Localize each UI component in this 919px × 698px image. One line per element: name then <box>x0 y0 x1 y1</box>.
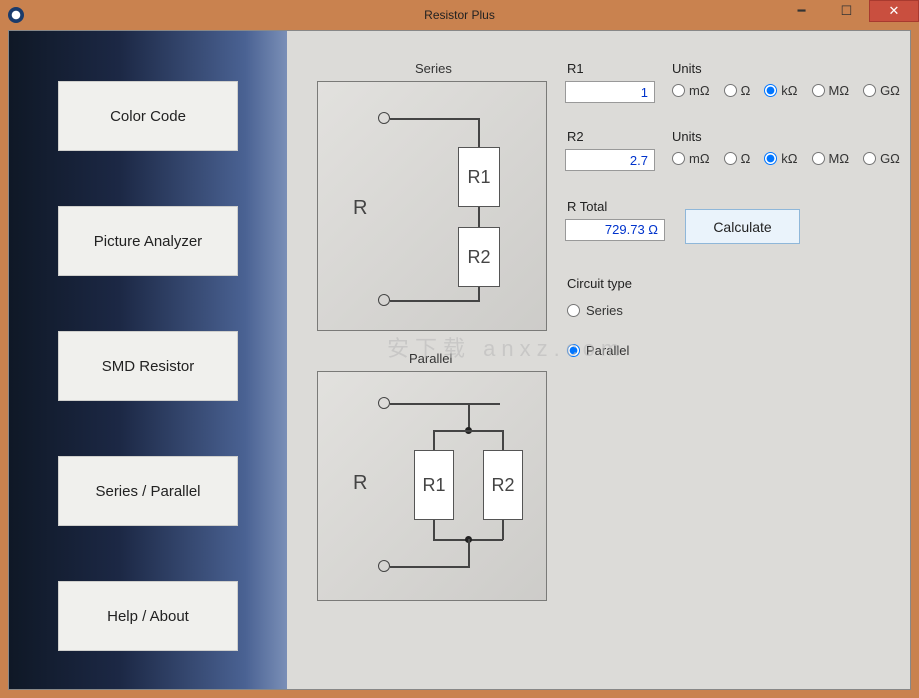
wire <box>433 520 435 540</box>
wire <box>433 430 503 432</box>
nav-label: Series / Parallel <box>95 483 200 500</box>
r2-unit-ohm[interactable]: Ω <box>724 151 751 166</box>
parallel-r1-label: R1 <box>422 475 445 496</box>
terminal-icon <box>378 294 390 306</box>
r1-unit-mohm[interactable]: mΩ <box>672 83 710 98</box>
maximize-button[interactable]: ☐ <box>824 0 869 22</box>
nav-series-parallel[interactable]: Series / Parallel <box>58 456 238 526</box>
titlebar: Resistor Plus ━ ☐ ✕ <box>0 0 919 30</box>
wire <box>390 403 500 405</box>
circuit-type-series[interactable]: Series <box>567 303 632 318</box>
wire <box>468 539 470 567</box>
parallel-diagram: R R1 R2 <box>317 371 547 601</box>
client-area: Color Code Picture Analyzer SMD Resistor… <box>8 30 911 690</box>
nav-label: Picture Analyzer <box>94 233 202 250</box>
r1-unit-gohm[interactable]: GΩ <box>863 83 900 98</box>
series-title: Series <box>415 61 452 76</box>
r2-input[interactable] <box>565 149 655 171</box>
r1-input[interactable] <box>565 81 655 103</box>
terminal-icon <box>378 112 390 124</box>
circuit-type-parallel[interactable]: Parallel <box>567 343 632 358</box>
app-icon <box>8 7 24 23</box>
parallel-title: Parallel <box>409 351 452 366</box>
series-r1-label: R1 <box>467 167 490 188</box>
wire <box>502 520 504 540</box>
series-r2-box: R2 <box>458 227 500 287</box>
r2-label: R2 <box>567 129 584 144</box>
series-r1-box: R1 <box>458 147 500 207</box>
window-controls: ━ ☐ ✕ <box>779 0 919 22</box>
r1-unit-ohm[interactable]: Ω <box>724 83 751 98</box>
window-title: Resistor Plus <box>424 8 495 22</box>
wire <box>502 430 504 450</box>
nav-smd-resistor[interactable]: SMD Resistor <box>58 331 238 401</box>
minimize-button[interactable]: ━ <box>779 0 824 22</box>
r1-units-row: mΩ Ω kΩ MΩ GΩ <box>672 83 900 98</box>
nav-color-code[interactable]: Color Code <box>58 81 238 151</box>
r2-unit-mohm[interactable]: mΩ <box>672 151 710 166</box>
r2-units-row: mΩ Ω kΩ MΩ GΩ <box>672 151 900 166</box>
nav-help-about[interactable]: Help / About <box>58 581 238 651</box>
rtotal-value: 729.73 Ω <box>605 222 658 237</box>
sidebar: Color Code Picture Analyzer SMD Resistor… <box>9 31 287 689</box>
series-diagram: R R1 R2 <box>317 81 547 331</box>
wire <box>390 118 480 120</box>
r1-units-label: Units <box>672 61 702 76</box>
series-r-label: R <box>353 197 367 220</box>
calculate-button[interactable]: Calculate <box>685 209 800 244</box>
terminal-icon <box>378 560 390 572</box>
rtotal-output: 729.73 Ω <box>565 219 665 241</box>
wire <box>390 566 470 568</box>
r2-units-label: Units <box>672 129 702 144</box>
r2-unit-gohm[interactable]: GΩ <box>863 151 900 166</box>
terminal-icon <box>378 397 390 409</box>
parallel-r2-label: R2 <box>491 475 514 496</box>
r2-unit-Mohm[interactable]: MΩ <box>812 151 850 166</box>
wire <box>433 430 435 450</box>
r1-unit-kohm[interactable]: kΩ <box>764 83 797 98</box>
close-button[interactable]: ✕ <box>869 0 919 22</box>
main-panel: Series R R1 R2 Parallel R <box>287 31 910 689</box>
series-r2-label: R2 <box>467 247 490 268</box>
wire <box>478 207 480 227</box>
circuit-type-label: Circuit type <box>567 276 632 291</box>
nav-label: Help / About <box>107 608 189 625</box>
wire <box>478 118 480 148</box>
wire <box>390 300 480 302</box>
parallel-r2-box: R2 <box>483 450 523 520</box>
parallel-r-label: R <box>353 472 367 495</box>
calculate-label: Calculate <box>713 219 771 235</box>
circuit-type-group: Circuit type Series Parallel <box>567 276 632 358</box>
parallel-r1-box: R1 <box>414 450 454 520</box>
nav-picture-analyzer[interactable]: Picture Analyzer <box>58 206 238 276</box>
r2-unit-kohm[interactable]: kΩ <box>764 151 797 166</box>
nav-label: SMD Resistor <box>102 358 195 375</box>
rtotal-label: R Total <box>567 199 607 214</box>
r1-label: R1 <box>567 61 584 76</box>
r1-unit-Mohm[interactable]: MΩ <box>812 83 850 98</box>
nav-label: Color Code <box>110 108 186 125</box>
